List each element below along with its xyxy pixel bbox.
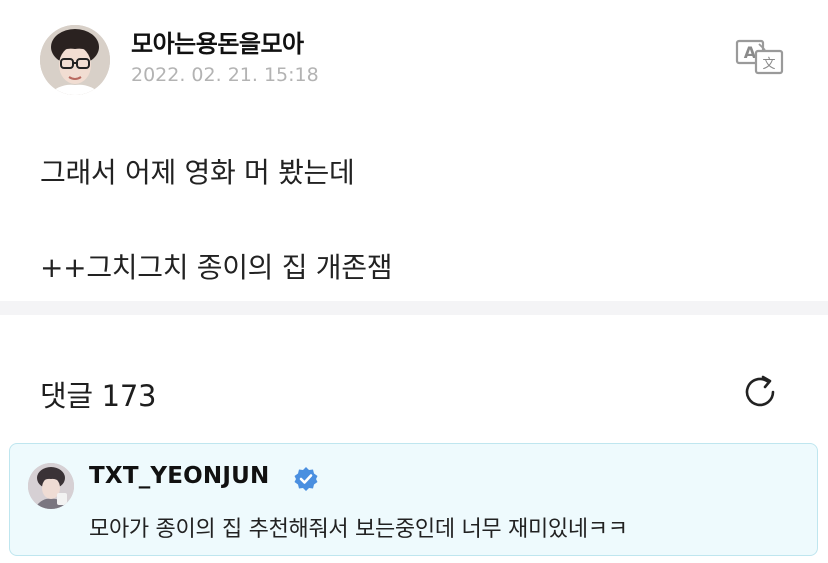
svg-text:文: 文 — [762, 57, 775, 72]
highlighted-comment[interactable]: TXT_YEONJUN 모아가 종이의 집 추천해줘서 보는중인데 너무 재미있… — [9, 443, 818, 556]
svg-text:A: A — [744, 43, 757, 62]
translate-icon[interactable]: A 文 — [735, 38, 785, 76]
author-avatar[interactable] — [40, 25, 110, 95]
author-name[interactable]: 모아는용돈을모아 — [131, 24, 304, 59]
comments-count-label: 댓글 173 — [40, 379, 157, 413]
verified-badge-icon — [293, 466, 319, 492]
post-page: 모아는용돈을모아 2022. 02. 21. 15:18 A 文 그래서 어제 … — [0, 0, 828, 563]
commenter-avatar-image — [28, 463, 74, 509]
author-avatar-image — [40, 25, 110, 95]
refresh-icon[interactable] — [739, 371, 781, 413]
post-body-line: 그래서 어제 영화 머 봤는데 — [40, 156, 355, 189]
commenter-name[interactable]: TXT_YEONJUN — [89, 463, 269, 489]
post-date: 2022. 02. 21. 15:18 — [131, 64, 319, 86]
section-divider — [0, 301, 828, 315]
comment-text: 모아가 종이의 집 추천해줘서 보는중인데 너무 재미있네ㅋㅋ — [89, 517, 628, 542]
post-body-line: ++그치그치 종이의 집 개존잼 — [40, 251, 393, 284]
commenter-avatar[interactable] — [28, 463, 74, 509]
